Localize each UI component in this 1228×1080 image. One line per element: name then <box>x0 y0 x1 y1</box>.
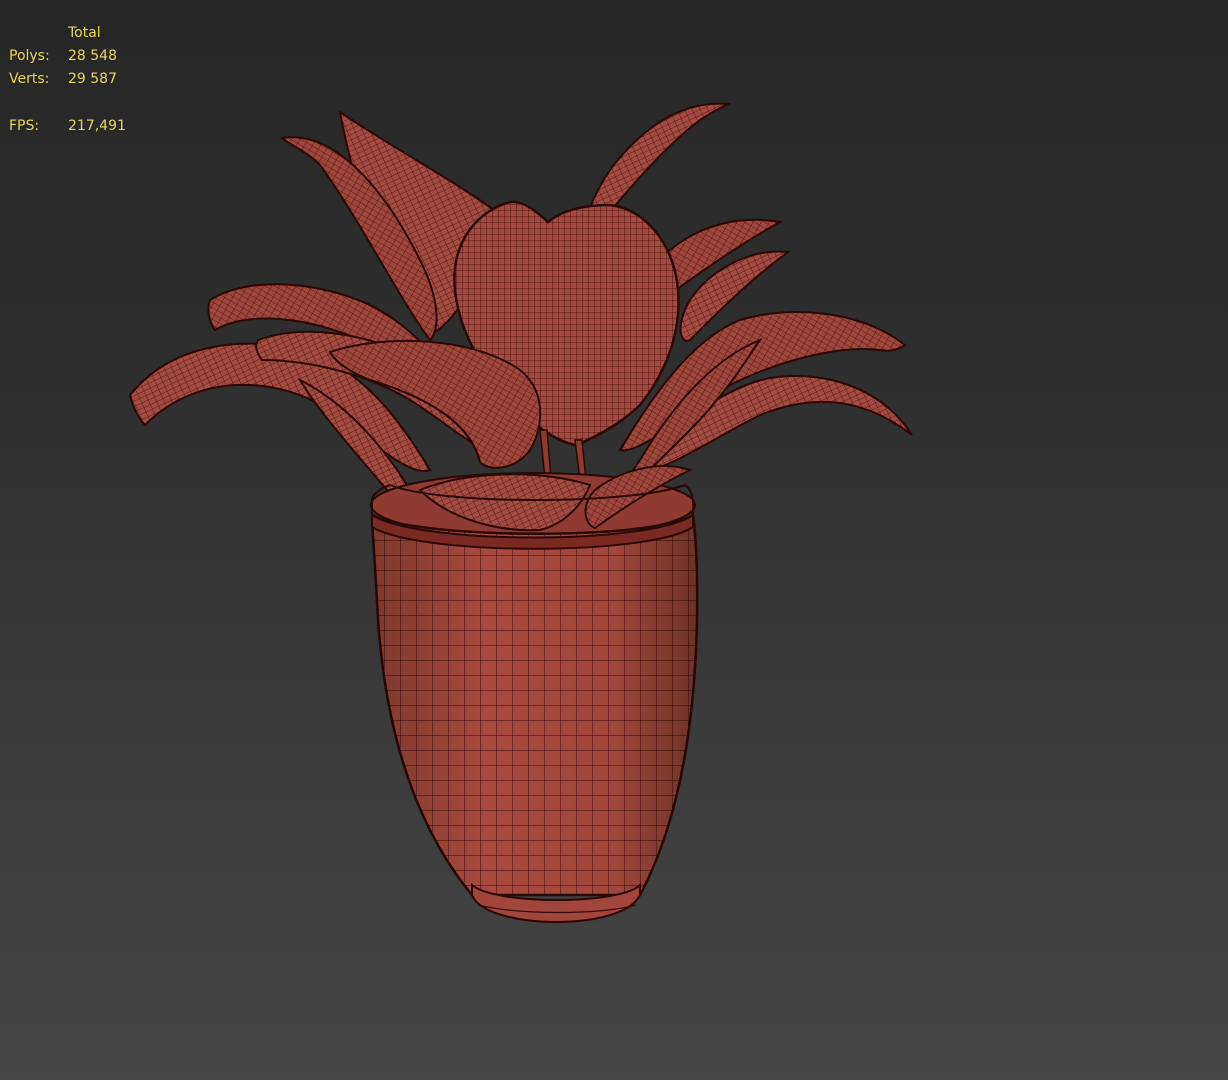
3d-viewport[interactable]: Total Polys: 28 548 Verts: 29 587 FPS: 2… <box>0 0 1228 1080</box>
potted-plant-wireframe-model[interactable] <box>0 0 1228 1080</box>
